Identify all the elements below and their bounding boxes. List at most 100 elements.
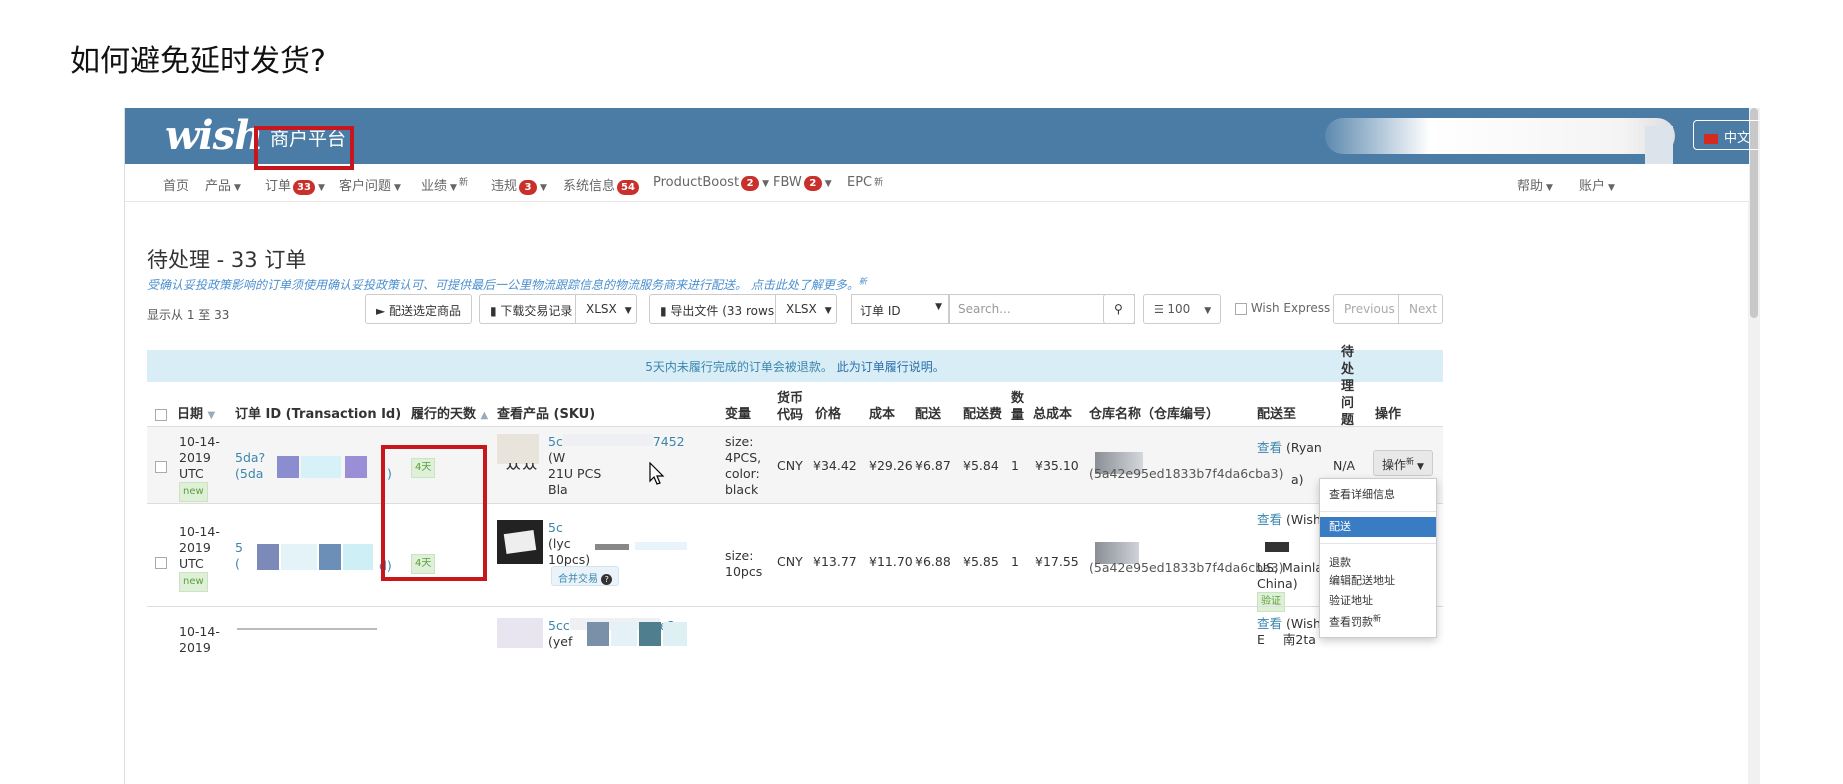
main-nav: 首页 产品 ▼ 订单 33 ▼ 客户问题 ▼ 业绩 ▼ 新 违规 3 ▼ 系统信息 54 Prod… <box>125 164 1749 202</box>
product-thumbnail[interactable] <box>497 434 539 464</box>
redaction-block <box>343 544 373 570</box>
variant: size: 4PCS, color: black <box>725 434 762 497</box>
row-checkbox[interactable] <box>155 458 167 474</box>
nav-fbw[interactable]: FBW 2 ▼ <box>773 175 832 191</box>
col-fulfill-days[interactable]: 履行的天数 ▲ <box>411 406 488 424</box>
wish-express-checkbox <box>1235 302 1247 315</box>
row-divider <box>147 503 1443 504</box>
actions-dropdown-menu: 查看详细信息 配送 退款 编辑配送地址 验证地址 查看罚款新 <box>1319 478 1437 638</box>
china-flag-icon <box>1704 133 1718 144</box>
screenshot-frame: wish 商户平台 中文 ⌄ 首页 产品▼ 订单33▼ 客户问题▼ 业绩▼新 违… <box>124 108 1760 784</box>
col-date[interactable]: 日期 ▼ <box>177 406 215 424</box>
search-icon: ⚲ <box>1114 302 1123 316</box>
page-scrollbar[interactable] <box>1748 108 1760 784</box>
view-address-link[interactable]: 查看 <box>1257 512 1282 527</box>
menu-item-verify-address[interactable]: 验证地址 <box>1320 591 1436 611</box>
highlight-fulfill-days <box>381 445 487 581</box>
actions-dropdown-button[interactable]: 操作新▼ <box>1373 450 1433 476</box>
col-quantity: 数量 <box>1011 391 1025 423</box>
download-format-select[interactable]: XLSX ▼ <box>575 294 637 324</box>
filter-field-select[interactable]: 订单 ID ▼ <box>851 294 949 324</box>
price: ¥34.42 <box>813 458 857 473</box>
nav-help[interactable]: 帮助 ▼ <box>1517 175 1553 194</box>
redaction-block <box>277 456 299 478</box>
top-bar: wish 商户平台 中文 ⌄ <box>125 108 1760 164</box>
nav-customer-issues[interactable]: 客户问题 ▼ <box>339 175 401 194</box>
col-shipping-fee: 配送费 <box>963 407 1003 422</box>
currency: CNY <box>777 458 803 473</box>
nav-violations[interactable]: 违规 3 ▼ <box>491 175 547 195</box>
redaction-line <box>237 628 377 630</box>
new-badge: new <box>179 482 208 502</box>
nav-epc[interactable]: EPC 新 <box>847 175 883 190</box>
redacted-account-area <box>1325 118 1675 154</box>
download-transactions-button[interactable]: ▮ 下载交易记录 <box>479 294 583 324</box>
nav-account[interactable]: 账户 ▼ <box>1579 175 1615 194</box>
col-ship-to: 配送至 <box>1257 407 1297 422</box>
redaction-block <box>639 622 661 646</box>
search-button[interactable]: ⚲ <box>1103 294 1135 324</box>
select-all-checkbox[interactable] <box>155 406 167 423</box>
col-product[interactable]: 查看产品 (SKU) <box>497 406 595 423</box>
redaction-block <box>319 544 341 570</box>
result-range: 显示从 1 至 33 <box>147 308 230 322</box>
fulfillment-guide-link[interactable]: 此为订单履行说明。 <box>837 360 945 374</box>
menu-item-view-penalty[interactable]: 查看罚款新 <box>1320 609 1436 629</box>
shipping-fee: ¥5.85 <box>963 554 999 569</box>
redaction-block <box>635 542 687 550</box>
slide-title: 如何避免延时发货? <box>70 44 326 79</box>
nav-products[interactable]: 产品 ▼ <box>205 175 241 194</box>
warehouse-id: (5a42e95ed1833b7f4da6cba3) <box>1089 560 1284 575</box>
policy-notice[interactable]: 受确认妥投政策影响的订单须使用确认妥投政策认可、可提供最后一公里物流跟踪信息的物… <box>147 276 867 293</box>
col-actions: 操作 <box>1375 407 1402 422</box>
menu-item-ship[interactable]: 配送 <box>1320 517 1436 537</box>
quantity: 1 <box>1011 458 1019 473</box>
product-thumbnail[interactable] <box>497 618 543 648</box>
redaction-block <box>301 456 341 478</box>
nav-orders[interactable]: 订单 33 ▼ <box>265 175 325 195</box>
product-sku-link[interactable]: 5c (lyc 10pcs) <box>548 520 590 568</box>
currency: CNY <box>777 554 803 569</box>
wish-logo[interactable]: wish <box>165 112 263 159</box>
nav-performance[interactable]: 业绩 ▼ 新 <box>421 175 468 194</box>
previous-page-button[interactable]: Previous <box>1333 294 1399 324</box>
variant: size: 10pcs <box>725 548 763 579</box>
next-page-button[interactable]: Next <box>1398 294 1443 324</box>
nav-system-info[interactable]: 系统信息 54 <box>563 175 639 195</box>
col-pending-issues: 待处理问题 <box>1341 345 1355 428</box>
page-size-select[interactable]: ☰ 100 ▼ <box>1143 294 1221 324</box>
language-select[interactable]: 中文 ⌄ <box>1693 120 1760 150</box>
menu-item-edit-address[interactable]: 编辑配送地址 <box>1320 571 1436 591</box>
row-checkbox[interactable] <box>155 554 167 570</box>
nav-home[interactable]: 首页 <box>163 175 189 194</box>
pending-issues: N/A <box>1333 458 1356 473</box>
mouse-cursor-icon <box>649 462 665 485</box>
list-icon: ☰ <box>1154 303 1168 316</box>
redaction-block <box>345 456 367 478</box>
shipping: ¥6.87 <box>915 458 951 473</box>
col-warehouse: 仓库名称（仓库编号） <box>1089 407 1220 422</box>
ship-to: 查看 (Ryan a) <box>1257 440 1322 487</box>
export-file-button[interactable]: ▮ 导出文件 (33 rows) <box>649 294 789 324</box>
export-format-select[interactable]: XLSX ▼ <box>775 294 837 324</box>
refund-warning-banner: 5天内未履行完成的订单会被退款。 此为订单履行说明。 <box>147 350 1443 382</box>
ship-selected-button[interactable]: ► 配送选定商品 <box>365 294 473 324</box>
menu-item-view-details[interactable]: 查看详细信息 <box>1320 485 1436 505</box>
col-cost: 成本 <box>869 407 896 422</box>
view-address-link[interactable]: 查看 <box>1257 616 1282 631</box>
cost: ¥29.26 <box>869 458 913 473</box>
merge-transactions-button[interactable]: 合并交易 ? <box>551 566 620 586</box>
order-id-link[interactable]: 5da? (5da <box>235 450 265 482</box>
wish-express-filter[interactable]: Wish Express <box>1235 301 1330 315</box>
col-order-id[interactable]: 订单 ID (Transaction Id) <box>235 406 401 423</box>
menu-item-refund[interactable]: 退款 <box>1320 553 1436 573</box>
nav-productboost[interactable]: ProductBoost 2 ▼ <box>653 175 769 191</box>
col-price: 价格 <box>815 407 842 422</box>
order-id-link[interactable]: 5( <box>235 540 243 572</box>
redaction-block <box>595 544 629 550</box>
orders-count-badge: 33 <box>293 180 315 195</box>
ship-to: 查看 (Wish US, Mainla China) 验证 <box>1257 512 1323 612</box>
ship-to: 查看 (Wish E 南2ta <box>1257 616 1321 647</box>
redaction-block <box>611 622 637 646</box>
view-address-link[interactable]: 查看 <box>1257 440 1282 455</box>
